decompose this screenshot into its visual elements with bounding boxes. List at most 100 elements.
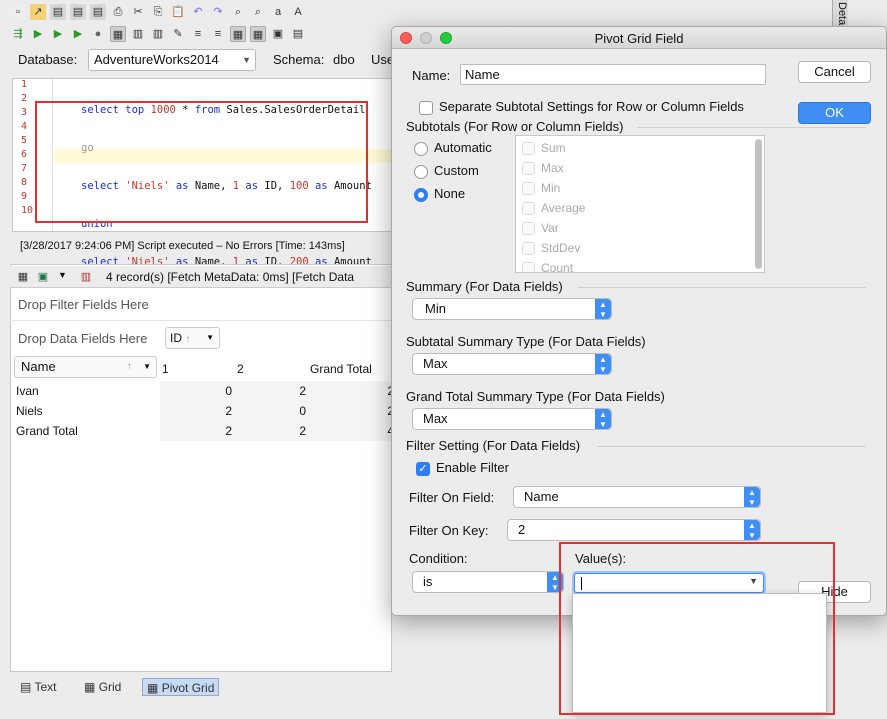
comment-icon[interactable]: ≡ <box>210 26 226 42</box>
save-as-icon[interactable]: ▤ <box>70 4 86 20</box>
table-row[interactable]: Ivan 0 2 2 <box>12 381 398 401</box>
save-icon[interactable]: ▤ <box>50 4 66 20</box>
tab-text[interactable]: ▤ Text <box>16 678 60 696</box>
enable-filter-option[interactable]: ✓ Enable Filter <box>416 460 509 476</box>
ok-button[interactable]: OK <box>798 102 871 124</box>
cell: 0 <box>160 381 236 401</box>
grand-total-summary-label: Grand Total Summary Type (For Data Field… <box>406 389 665 404</box>
lowercase-icon[interactable]: a <box>270 4 286 20</box>
checkmark-icon[interactable]: ✓ <box>416 461 430 476</box>
title-bar: Pivot Grid Field <box>392 27 886 49</box>
excel-export-icon[interactable]: ▣ <box>35 269 51 285</box>
subtotal-summary-value: Max <box>423 356 448 371</box>
stop-icon[interactable]: ● <box>90 26 106 42</box>
radio-none[interactable]: None <box>414 186 465 202</box>
function-label: StdDev <box>541 241 581 255</box>
sort-asc-icon: ↑ <box>127 361 132 372</box>
table-row[interactable]: Grand Total 2 2 4 <box>12 421 398 441</box>
summary-select[interactable]: Min ▲ ▼ <box>412 298 612 320</box>
function-checkbox <box>522 182 535 196</box>
drop-filter-text: Drop Filter Fields Here <box>18 297 149 312</box>
function-list[interactable]: Sum Max Min Average Var StdDev Count <box>515 135 765 273</box>
function-option: Sum <box>522 141 566 156</box>
save-all-icon[interactable]: ▤ <box>90 4 106 20</box>
execute-current-icon[interactable]: ▶ <box>50 26 66 42</box>
name-input[interactable]: Name <box>460 64 766 85</box>
filter-field-select[interactable]: Name ▲ ▼ <box>513 486 761 508</box>
cell: 2 <box>160 401 236 421</box>
uppercase-icon[interactable]: A <box>290 4 306 20</box>
format-icon[interactable]: ≡ <box>190 26 206 42</box>
function-option: Max <box>522 161 564 176</box>
id-column-field[interactable]: ID ↑ ▼ <box>165 327 220 349</box>
execute-icon[interactable]: ▶ <box>30 26 46 42</box>
execute-all-icon[interactable]: ⇶ <box>10 26 26 42</box>
commit-icon[interactable]: ▥ <box>130 26 146 42</box>
open-folder-icon[interactable]: ↗ <box>30 4 46 20</box>
cell: 4 <box>310 421 398 441</box>
cell: 0 <box>236 401 310 421</box>
name-row-field[interactable]: Name ↑ ▼ <box>14 356 157 378</box>
subtotal-summary-select[interactable]: Max ▲ ▼ <box>412 353 612 375</box>
function-checkbox <box>522 162 535 176</box>
export-icon[interactable]: ▣ <box>270 26 286 42</box>
undo-icon[interactable]: ↶ <box>190 4 206 20</box>
find-icon[interactable]: ⌕ <box>230 4 246 20</box>
history-icon[interactable]: ▤ <box>290 26 306 42</box>
function-option: Var <box>522 221 559 236</box>
condition-label: Condition: <box>409 551 468 566</box>
filter-area[interactable]: Drop Filter Fields Here <box>10 293 392 321</box>
filter-field-label: Filter On Field: <box>409 490 495 505</box>
explain-icon[interactable]: ✎ <box>170 26 186 42</box>
pivot-icon[interactable]: ▥ <box>78 269 94 285</box>
condition-select[interactable]: is ▲ ▼ <box>412 571 564 593</box>
grand-total-summary-select[interactable]: Max ▲ ▼ <box>412 408 612 430</box>
copy-icon[interactable]: ⎘ <box>150 4 166 20</box>
sort-asc-icon: ↑ <box>185 334 191 345</box>
radio-automatic[interactable]: Automatic <box>414 140 492 156</box>
table-row[interactable]: Niels 2 0 2 <box>12 401 398 421</box>
scrollbar-thumb[interactable] <box>755 139 762 269</box>
auto-commit-icon[interactable]: ▦ <box>110 26 126 42</box>
replace-icon[interactable]: ⌕ <box>250 4 266 20</box>
function-label: Max <box>541 161 564 175</box>
row-label: Niels <box>16 404 43 418</box>
divider <box>578 287 866 288</box>
updown-chevron-icon: ▲ ▼ <box>744 487 760 507</box>
tab-grid[interactable]: ▦ Grid <box>80 678 125 696</box>
cut-icon[interactable]: ✂ <box>130 4 146 20</box>
results-toolbar: ▦ ▣ ▼ ▥ 4 record(s) [Fetch MetaData: 0ms… <box>10 266 392 288</box>
print-icon[interactable]: ⎙ <box>110 4 126 20</box>
radio-custom[interactable]: Custom <box>414 163 479 179</box>
cancel-button[interactable]: Cancel <box>798 61 871 83</box>
function-checkbox <box>522 142 535 156</box>
paste-icon[interactable]: 📋 <box>170 4 186 20</box>
database-select[interactable]: AdventureWorks2014 ▼ <box>88 49 256 71</box>
function-option: Min <box>522 181 560 196</box>
summary-label: Summary (For Data Fields) <box>406 279 563 294</box>
copy-results-icon[interactable]: ▦ <box>15 269 31 285</box>
new-file-icon[interactable]: ▫ <box>10 4 26 20</box>
row-label: Ivan <box>16 384 39 398</box>
redo-icon[interactable]: ↷ <box>210 4 226 20</box>
radio-label: Custom <box>434 163 479 178</box>
chevron-down-icon: ▼ <box>143 362 151 371</box>
radio-circle <box>414 141 428 156</box>
schema-value[interactable]: dbo <box>333 52 355 67</box>
execute-step-icon[interactable]: ▶ <box>70 26 86 42</box>
tab-pivot-grid[interactable]: ▦ Pivot Grid <box>142 678 220 696</box>
filter-field-value: Name <box>524 489 559 504</box>
text-view-icon[interactable]: ▦ <box>250 26 266 42</box>
chevron-down-icon: ▼ <box>242 55 251 65</box>
rollback-icon[interactable]: ▥ <box>150 26 166 42</box>
separate-subtotal-option[interactable]: Separate Subtotal Settings for Row or Co… <box>419 99 744 115</box>
line-number: 1 <box>21 79 28 90</box>
filter-key-select[interactable]: 2 ▲ ▼ <box>507 519 761 541</box>
records-info: 4 record(s) [Fetch MetaData: 0ms] [Fetch… <box>106 270 355 284</box>
cell: 2 <box>310 401 398 421</box>
divider <box>597 446 866 447</box>
grid-view-icon[interactable]: ▦ <box>230 26 246 42</box>
chevron-down-icon[interactable]: ▼ <box>58 270 67 280</box>
tab-label: Pivot Grid <box>161 681 215 695</box>
separate-subtotal-checkbox[interactable] <box>419 100 433 115</box>
